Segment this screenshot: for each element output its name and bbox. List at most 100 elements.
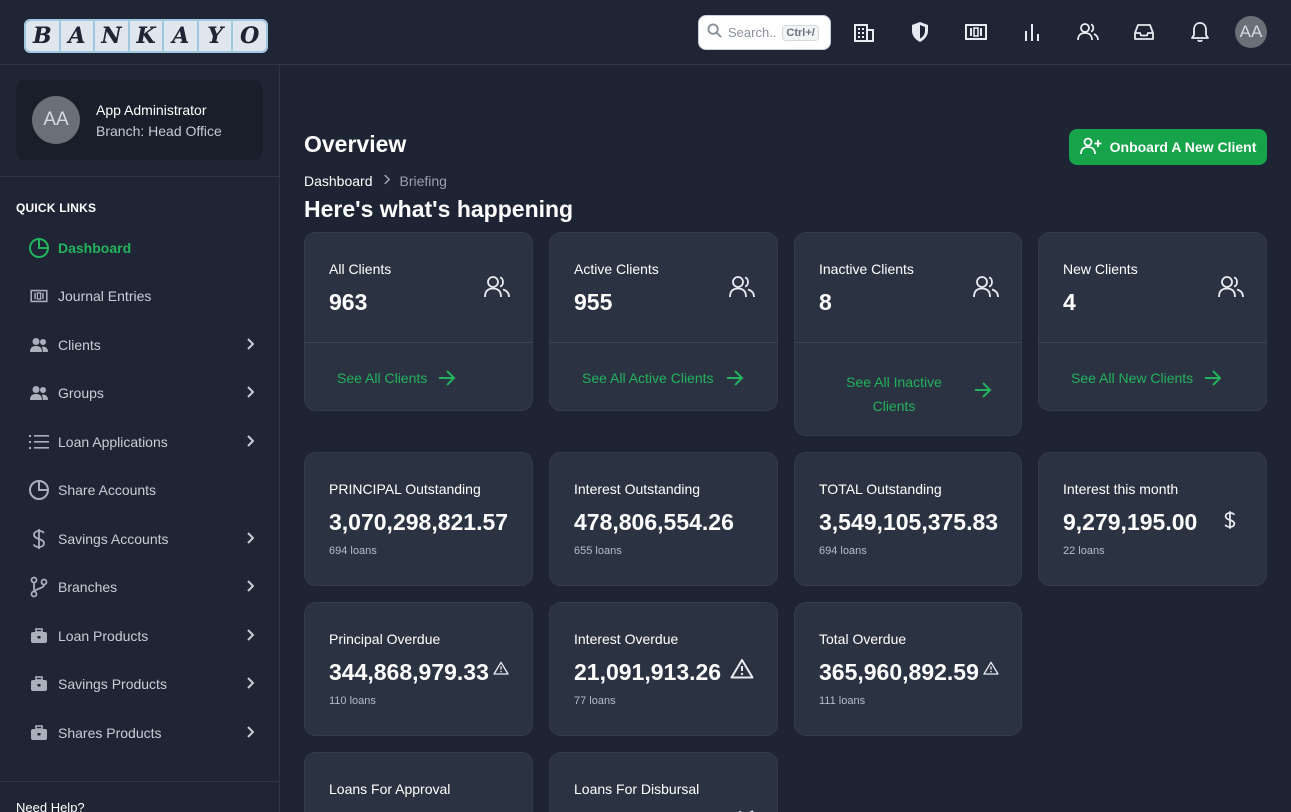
sidebar-item-label: Share Accounts bbox=[58, 482, 157, 498]
add-user-icon bbox=[1079, 137, 1102, 158]
money-icon[interactable] bbox=[960, 16, 992, 48]
card-label: PRINCIPAL Outstanding bbox=[329, 481, 481, 497]
arrow-right-icon[interactable] bbox=[725, 369, 745, 392]
card-label: Interest Overdue bbox=[574, 631, 679, 647]
card-label: Loans For Disbursal bbox=[574, 781, 700, 797]
sidebar-item-journal-entries[interactable]: Journal Entries bbox=[28, 279, 260, 313]
card-value: 8 bbox=[819, 289, 832, 315]
logo-letter: A bbox=[164, 21, 199, 51]
card-label: Inactive Clients bbox=[819, 261, 914, 277]
need-help-link[interactable]: Need Help? bbox=[16, 800, 85, 812]
divider bbox=[795, 342, 1021, 343]
sidebar-item-clients[interactable]: Clients bbox=[28, 328, 260, 362]
sidebar-item-loan-applications[interactable]: Loan Applications bbox=[28, 425, 260, 459]
users-icon bbox=[1218, 275, 1244, 304]
breadcrumb-home[interactable]: Dashboard bbox=[304, 173, 373, 189]
page-title: Overview bbox=[304, 131, 407, 157]
section-title: Here's what's happening bbox=[304, 196, 574, 222]
users-icon bbox=[729, 275, 755, 304]
search-input[interactable]: Search.. Ctrl+/ bbox=[698, 15, 831, 50]
briefcase-icon bbox=[28, 673, 50, 695]
users-icon[interactable] bbox=[1072, 16, 1104, 48]
stat-card-loans-for-approval: Loans For Approval bbox=[304, 752, 533, 812]
card-value: 344,868,979.33 bbox=[329, 659, 489, 685]
users-icon bbox=[484, 275, 510, 304]
quick-links-title: QUICK LINKS bbox=[16, 201, 97, 215]
arrow-right-icon[interactable] bbox=[973, 381, 993, 404]
card-value: 963 bbox=[329, 289, 368, 315]
card-value: 4 bbox=[1063, 289, 1076, 315]
see-all-inactive-clients-link[interactable]: See All Inactive Clients bbox=[835, 370, 953, 418]
shield-icon[interactable] bbox=[904, 16, 936, 48]
card-subtext: 110 loans bbox=[329, 695, 376, 707]
chevron-right-icon bbox=[246, 385, 255, 403]
logo-letter: N bbox=[95, 21, 130, 51]
stat-card-active-clients: Active Clients 955 See All Active Client… bbox=[549, 232, 778, 411]
sidebar-item-shares-products[interactable]: Shares Products bbox=[28, 716, 260, 750]
stat-card-interest-outstanding: Interest Outstanding 478,806,554.26 655 … bbox=[549, 452, 778, 586]
card-value: 9,279,195.00 bbox=[1063, 509, 1198, 535]
search-icon bbox=[707, 22, 722, 43]
sidebar-item-label: Savings Accounts bbox=[58, 531, 169, 547]
stat-card-total-outstanding: TOTAL Outstanding 3,549,105,375.83 694 l… bbox=[794, 452, 1022, 586]
list-icon bbox=[28, 431, 50, 453]
divider bbox=[550, 342, 777, 343]
arrow-right-icon[interactable] bbox=[437, 369, 457, 392]
building-icon[interactable] bbox=[848, 16, 880, 48]
arrow-right-icon[interactable] bbox=[1203, 369, 1223, 392]
see-all-clients-link[interactable]: See All Clients bbox=[337, 370, 507, 386]
users-icon bbox=[28, 334, 50, 356]
card-label: Loans For Approval bbox=[329, 781, 451, 797]
chevron-right-icon bbox=[246, 434, 255, 452]
users-icon bbox=[28, 382, 50, 404]
warning-icon bbox=[730, 658, 754, 684]
card-value: 3,549,105,375.83 bbox=[819, 509, 999, 535]
stat-card-total-overdue: Total Overdue 365,960,892.59 111 loans bbox=[794, 602, 1022, 736]
stat-card-inactive-clients: Inactive Clients 8 See All Inactive Clie… bbox=[794, 232, 1022, 436]
sidebar-item-dashboard[interactable]: Dashboard bbox=[28, 231, 260, 265]
avatar[interactable]: AA bbox=[1235, 16, 1267, 48]
card-subtext: 77 loans bbox=[574, 695, 616, 707]
card-label: Interest Outstanding bbox=[574, 481, 701, 497]
divider bbox=[0, 781, 280, 782]
dollar-icon bbox=[1223, 509, 1237, 536]
card-label: TOTAL Outstanding bbox=[819, 481, 942, 497]
sidebar-item-branches[interactable]: Branches bbox=[28, 570, 260, 604]
inbox-icon[interactable] bbox=[1128, 16, 1160, 48]
sidebar-item-groups[interactable]: Groups bbox=[28, 376, 260, 410]
sidebar-item-savings-products[interactable]: Savings Products bbox=[28, 667, 260, 701]
card-subtext: 694 loans bbox=[329, 545, 377, 557]
card-value: 3,070,298,821.57 bbox=[329, 509, 509, 535]
onboard-client-button[interactable]: Onboard A New Client bbox=[1069, 129, 1267, 165]
chevron-right-icon bbox=[246, 337, 255, 355]
stat-card-principal-overdue: Principal Overdue 344,868,979.33 110 loa… bbox=[304, 602, 533, 736]
top-bar: B A N K A Y O Search.. Ctrl+/ AA bbox=[0, 0, 1291, 65]
stat-card-interest-overdue: Interest Overdue 21,091,913.26 77 loans bbox=[549, 602, 778, 736]
sidebar-item-loan-products[interactable]: Loan Products bbox=[28, 619, 260, 653]
user-branch: Branch: Head Office bbox=[96, 123, 222, 139]
sidebar-item-label: Clients bbox=[58, 337, 101, 353]
users-icon bbox=[973, 275, 999, 304]
chevron-right-icon bbox=[246, 628, 255, 646]
sidebar-item-label: Savings Products bbox=[58, 676, 167, 692]
pie-chart-icon bbox=[28, 237, 50, 259]
card-value: 478,806,554.26 bbox=[574, 509, 734, 535]
user-profile-card[interactable]: AA App Administrator Branch: Head Office bbox=[16, 80, 263, 160]
sidebar-item-label: Journal Entries bbox=[58, 288, 152, 304]
card-subtext: 694 loans bbox=[819, 545, 867, 557]
sidebar-item-label: Groups bbox=[58, 385, 104, 401]
card-label: Principal Overdue bbox=[329, 631, 441, 647]
divider bbox=[1039, 342, 1266, 343]
sidebar-item-label: Branches bbox=[58, 579, 118, 595]
sidebar-item-share-accounts[interactable]: Share Accounts bbox=[28, 473, 260, 507]
bell-icon[interactable] bbox=[1184, 16, 1216, 48]
stat-card-interest-this-month: Interest this month 9,279,195.00 22 loan… bbox=[1038, 452, 1267, 586]
card-value: 21,091,913.26 bbox=[574, 659, 722, 685]
sidebar-item-savings-accounts[interactable]: Savings Accounts bbox=[28, 522, 260, 556]
stat-card-principal-outstanding: PRINCIPAL Outstanding 3,070,298,821.57 6… bbox=[304, 452, 533, 586]
brand-logo[interactable]: B A N K A Y O bbox=[24, 19, 268, 53]
logo-letter: B bbox=[26, 21, 61, 51]
user-name: App Administrator bbox=[96, 102, 207, 118]
sidebar-item-label: Shares Products bbox=[58, 725, 162, 741]
bar-chart-icon[interactable] bbox=[1016, 16, 1048, 48]
